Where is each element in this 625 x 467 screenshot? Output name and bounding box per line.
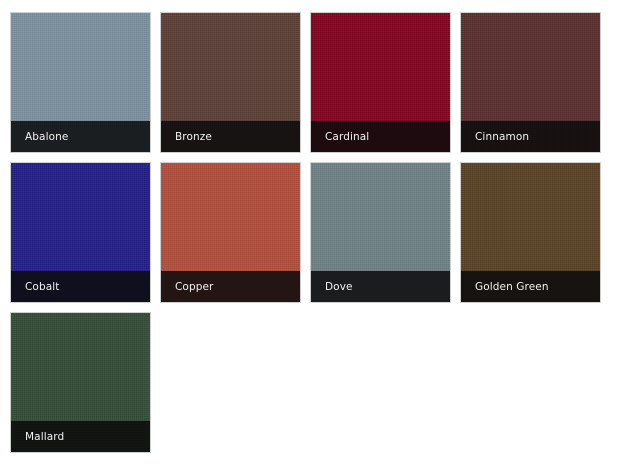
swatch-label: Golden Green [475,280,549,293]
swatch-caption: Mallard [11,421,150,452]
swatch-label: Abalone [25,130,69,143]
swatch-golden-green[interactable]: Golden Green [460,162,601,303]
swatch-label: Mallard [25,430,65,443]
swatch-copper[interactable]: Copper [160,162,301,303]
swatch-caption: Dove [311,271,450,302]
swatch-abalone[interactable]: Abalone [10,12,151,153]
swatch-caption: Copper [161,271,300,302]
swatch-caption: Cobalt [11,271,150,302]
swatch-caption: Abalone [11,121,150,152]
swatch-caption: Golden Green [461,271,600,302]
swatch-label: Cardinal [325,130,370,143]
swatch-dove[interactable]: Dove [310,162,451,303]
swatch-cobalt[interactable]: Cobalt [10,162,151,303]
color-swatch-grid: Abalone Bronze Cardinal Cinnamon Cobalt … [10,12,601,453]
swatch-caption: Bronze [161,121,300,152]
swatch-label: Bronze [175,130,212,143]
swatch-cardinal[interactable]: Cardinal [310,12,451,153]
swatch-mallard[interactable]: Mallard [10,312,151,453]
swatch-cinnamon[interactable]: Cinnamon [460,12,601,153]
swatch-label: Copper [175,280,214,293]
swatch-caption: Cardinal [311,121,450,152]
swatch-label: Cobalt [25,280,60,293]
swatch-label: Dove [325,280,353,293]
swatch-bronze[interactable]: Bronze [160,12,301,153]
swatch-label: Cinnamon [475,130,530,143]
swatch-caption: Cinnamon [461,121,600,152]
